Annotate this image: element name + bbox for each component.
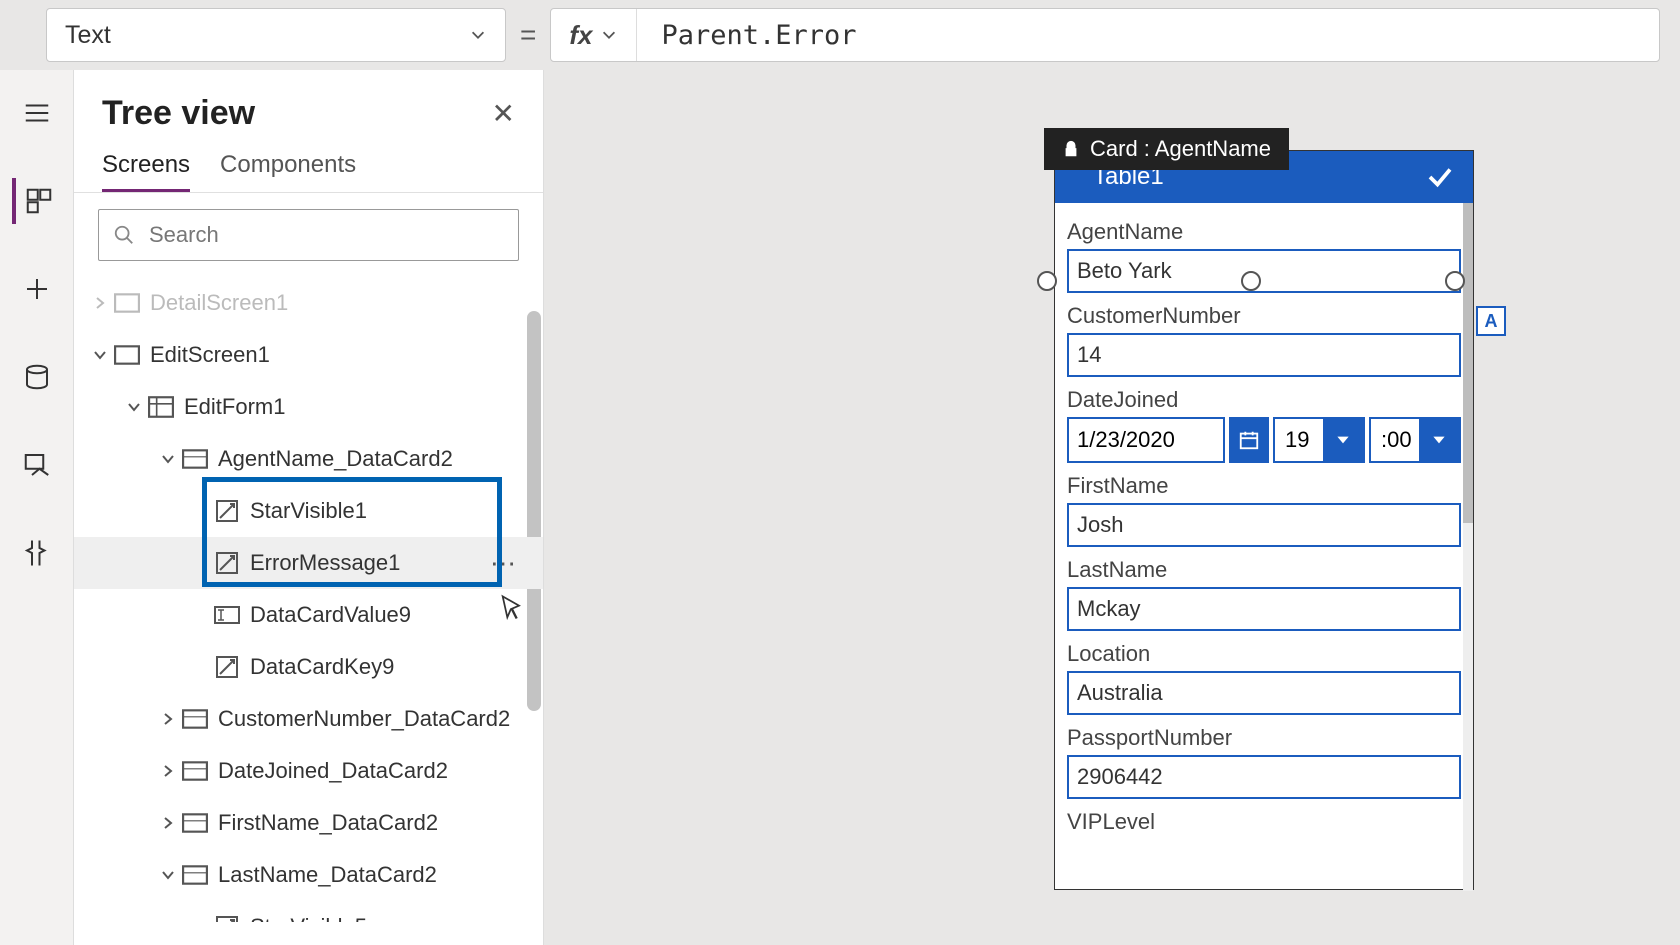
passport-label: PassportNumber [1067,725,1461,751]
tree-item-lastname-card[interactable]: LastName_DataCard2 [74,849,543,901]
hour-dropdown[interactable]: 19 [1273,417,1365,463]
lastname-input[interactable]: Mckay [1067,587,1461,631]
minute-dropdown[interactable]: :00 [1369,417,1461,463]
tree-item-agentname-card[interactable]: AgentName_DataCard2 [74,433,543,485]
checkmark-icon[interactable] [1425,162,1455,192]
selection-tooltip: Card : AgentName [1044,128,1289,170]
card-icon [182,708,208,730]
card-icon [182,864,208,886]
accessibility-badge[interactable]: A [1476,306,1506,336]
close-icon[interactable]: ✕ [492,97,515,130]
firstname-input[interactable]: Josh [1067,503,1461,547]
label-icon [214,552,240,574]
form-icon [148,396,174,418]
tree-item-detailscreen[interactable]: DetailScreen1 [74,277,543,329]
formula-text: Parent.Error [637,20,880,51]
tree-view-button[interactable] [12,178,58,224]
location-label: Location [1067,641,1461,667]
tree-item-firstname-card[interactable]: FirstName_DataCard2 [74,797,543,849]
card-icon [182,760,208,782]
viplevel-label: VIPLevel [1067,809,1461,835]
tree-scrollbar[interactable] [527,311,541,711]
card-icon [182,448,208,470]
cursor-icon [498,594,526,622]
property-name: Text [65,21,111,50]
chevron-down-icon[interactable] [600,26,618,44]
datejoined-label: DateJoined [1067,387,1461,413]
search-placeholder: Search [149,222,219,248]
agentname-input[interactable]: Beto Yark [1067,249,1461,293]
search-input[interactable]: Search [98,209,519,261]
label-icon [214,656,240,678]
fx-label: fx [551,9,637,61]
calendar-icon[interactable] [1229,417,1269,463]
search-icon [113,224,135,246]
card-icon [182,812,208,834]
tree-item-datacardvalue9[interactable]: DataCardValue9 [74,589,543,641]
formula-bar: Text = fx Parent.Error [0,0,1680,70]
tree-item-starvisible5[interactable]: StarVisible5 [74,901,543,922]
media-button[interactable] [14,442,60,488]
firstname-label: FirstName [1067,473,1461,499]
datejoined-input[interactable]: 1/23/2020 [1067,417,1225,463]
tree-item-starvisible1[interactable]: StarVisible1 [74,485,543,537]
lastname-label: LastName [1067,557,1461,583]
tree-item-datejoined-card[interactable]: DateJoined_DataCard2 [74,745,543,797]
hamburger-button[interactable] [14,90,60,136]
edit-form-preview[interactable]: Table1 AgentName Beto Yark CustomerNumbe… [1054,150,1474,890]
tab-components[interactable]: Components [220,151,356,192]
equals-sign: = [520,19,536,51]
property-dropdown[interactable]: Text [46,8,506,62]
chevron-down-icon [469,26,487,44]
tree-item-errormessage1[interactable]: ErrorMessage1 ⋯ [74,537,543,589]
more-options-icon[interactable]: ⋯ [490,548,519,579]
tree-item-editscreen[interactable]: EditScreen1 [74,329,543,381]
tree-item-editform[interactable]: EditForm1 [74,381,543,433]
tree-scroll-area: DetailScreen1 EditScreen1 EditForm1 Agen… [74,277,543,922]
tools-button[interactable] [14,530,60,576]
label-icon [214,916,240,922]
passport-input[interactable]: 2906442 [1067,755,1461,799]
tab-screens[interactable]: Screens [102,151,190,192]
agentname-label: AgentName [1067,219,1461,245]
tree-view-panel: Tree view ✕ Screens Components Search De… [74,70,544,945]
panel-title: Tree view [102,94,255,133]
left-nav-rail [0,70,74,945]
customernumber-input[interactable]: 14 [1067,333,1461,377]
formula-input[interactable]: fx Parent.Error [550,8,1660,62]
tree-item-customernumber-card[interactable]: CustomerNumber_DataCard2 [74,693,543,745]
add-button[interactable] [14,266,60,312]
data-button[interactable] [14,354,60,400]
customernumber-label: CustomerNumber [1067,303,1461,329]
textinput-icon [214,604,240,626]
tree-item-datacardkey9[interactable]: DataCardKey9 [74,641,543,693]
location-input[interactable]: Australia [1067,671,1461,715]
label-icon [214,500,240,522]
lock-icon [1062,140,1080,158]
